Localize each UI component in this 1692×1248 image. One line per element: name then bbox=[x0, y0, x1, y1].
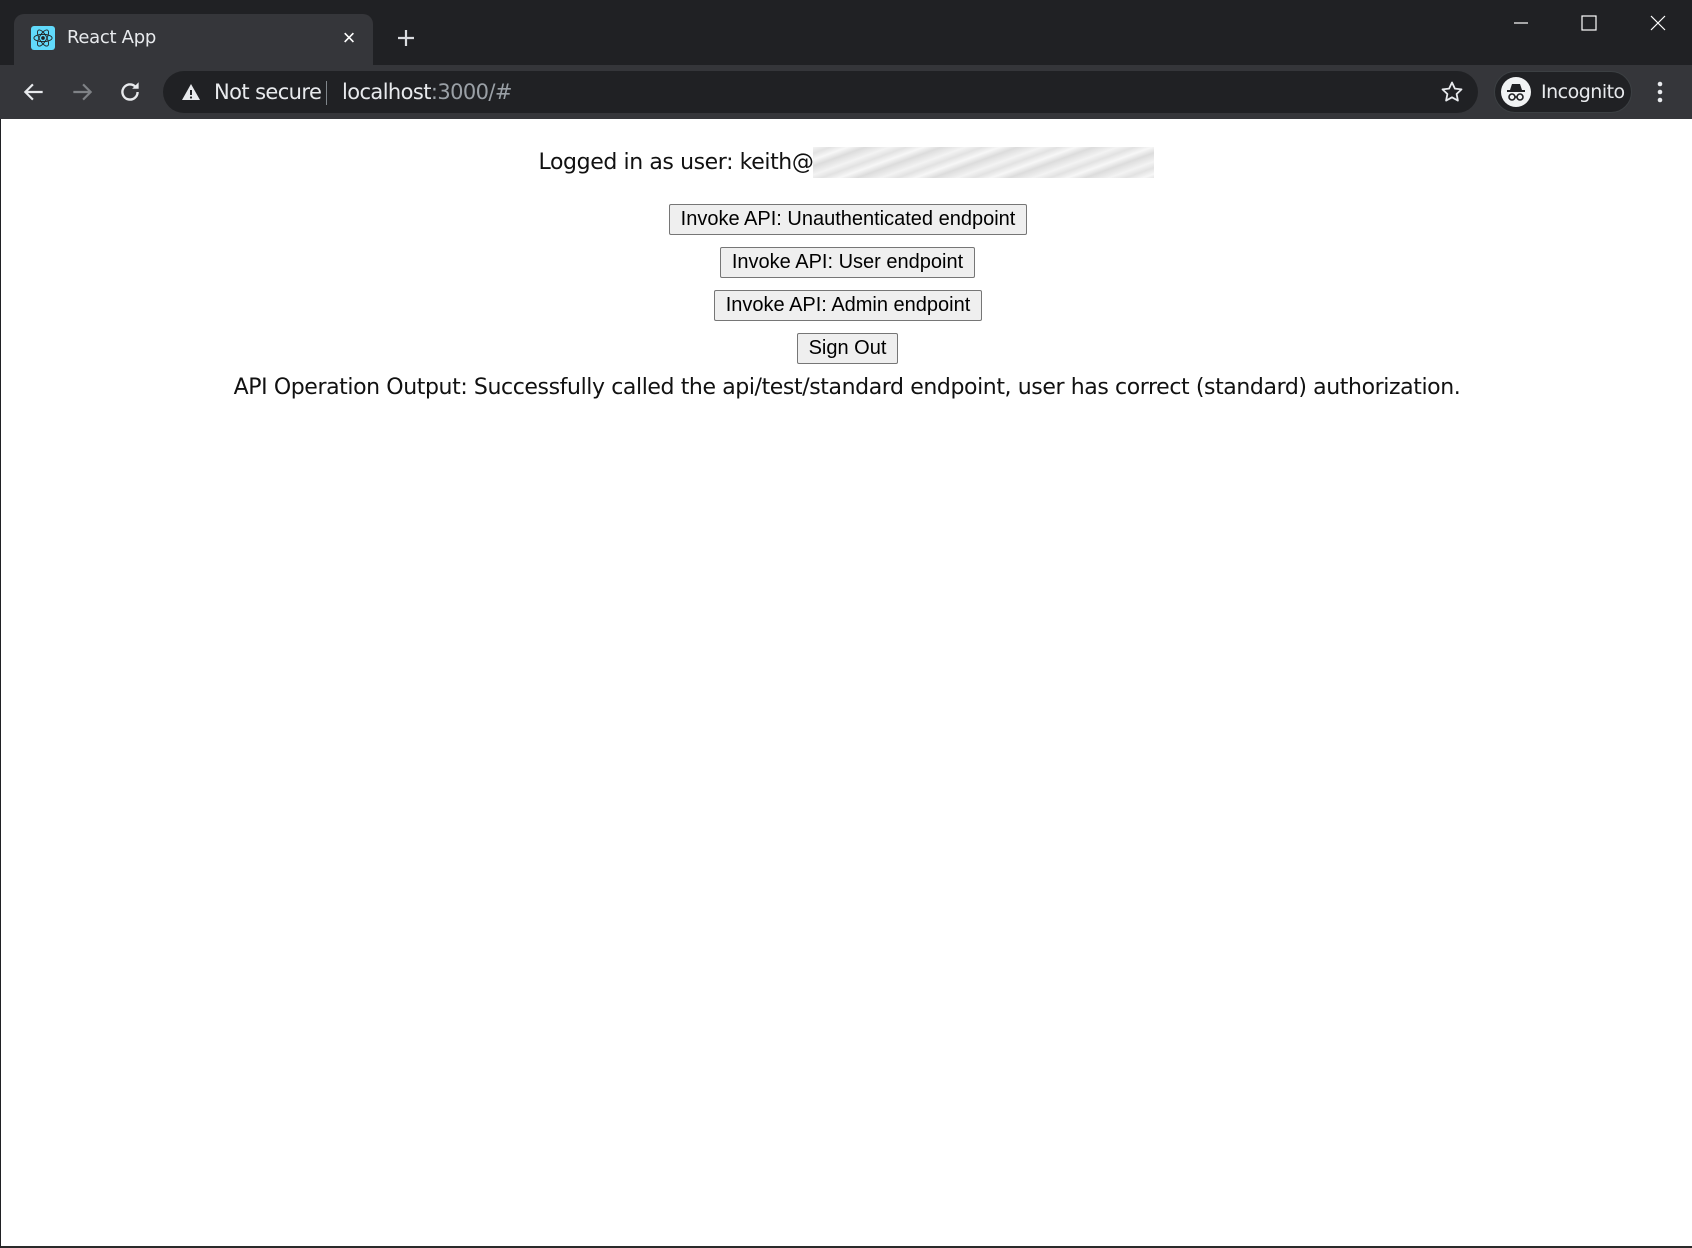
warning-icon[interactable] bbox=[181, 82, 201, 102]
url-text[interactable]: localhost:3000/# bbox=[342, 80, 512, 104]
browser-menu-button[interactable] bbox=[1652, 78, 1668, 106]
api-output-text: API Operation Output: Successfully calle… bbox=[233, 375, 1461, 400]
back-button[interactable] bbox=[21, 79, 47, 105]
incognito-icon bbox=[1501, 77, 1531, 107]
security-status[interactable]: Not secure bbox=[214, 80, 322, 104]
page-viewport: Logged in as user: keith@ Invoke API: Un… bbox=[0, 119, 1692, 1248]
plus-icon bbox=[398, 30, 414, 46]
new-tab-button[interactable] bbox=[394, 26, 418, 50]
close-icon bbox=[1650, 15, 1666, 31]
url-host: localhost bbox=[342, 80, 431, 104]
redacted-email bbox=[813, 147, 1155, 178]
address-bar[interactable]: Not secure localhost:3000/# bbox=[163, 71, 1478, 113]
back-arrow-icon bbox=[23, 83, 43, 101]
reload-icon bbox=[121, 82, 139, 101]
more-vert-icon bbox=[1657, 81, 1663, 103]
invoke-unauthenticated-button[interactable]: Invoke API: Unauthenticated endpoint bbox=[669, 204, 1027, 235]
close-window-button[interactable] bbox=[1635, 8, 1681, 38]
maximize-icon bbox=[1581, 15, 1597, 31]
sign-out-button[interactable]: Sign Out bbox=[797, 333, 898, 364]
minimize-icon bbox=[1514, 22, 1528, 24]
forward-button[interactable] bbox=[69, 79, 95, 105]
browser-tab[interactable]: React App × bbox=[14, 14, 373, 65]
incognito-label: Incognito bbox=[1541, 81, 1625, 103]
browser-tab-strip: React App × bbox=[0, 0, 1692, 65]
logged-in-status: Logged in as user: keith@ bbox=[1, 147, 1692, 178]
react-logo-icon bbox=[31, 26, 55, 50]
invoke-admin-button[interactable]: Invoke API: Admin endpoint bbox=[714, 290, 982, 321]
reload-button[interactable] bbox=[117, 79, 143, 105]
logged-in-text: Logged in as user: keith@ bbox=[538, 150, 814, 175]
browser-toolbar: Not secure localhost:3000/# Incognito bbox=[0, 65, 1692, 119]
incognito-profile-button[interactable]: Incognito bbox=[1494, 71, 1632, 113]
tab-title: React App bbox=[67, 27, 156, 48]
address-divider bbox=[326, 81, 327, 105]
bookmark-star-icon[interactable] bbox=[1440, 80, 1464, 104]
tab-close-icon[interactable]: × bbox=[339, 27, 359, 49]
forward-arrow-icon bbox=[73, 83, 93, 101]
minimize-button[interactable] bbox=[1498, 8, 1544, 38]
maximize-button[interactable] bbox=[1566, 8, 1612, 38]
url-path: :3000/# bbox=[430, 80, 513, 104]
invoke-user-button[interactable]: Invoke API: User endpoint bbox=[720, 247, 975, 278]
